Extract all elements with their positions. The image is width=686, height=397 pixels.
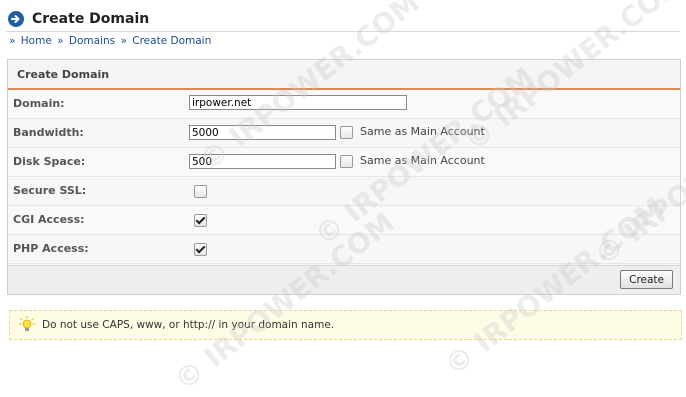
domain-label: Domain: [13, 97, 65, 110]
disk-space-same-checkbox[interactable] [340, 155, 353, 168]
form-row-cgi-access: CGI Access: [8, 206, 680, 235]
php-access-checkbox[interactable] [194, 243, 207, 256]
create-domain-panel: Create Domain Domain: Bandwidth: Same as… [7, 59, 681, 295]
secure-ssl-checkbox[interactable] [194, 185, 207, 198]
disk-space-input[interactable] [189, 154, 336, 169]
tip-text: Do not use CAPS, www, or http:// in your… [42, 319, 335, 331]
breadcrumb-home[interactable]: Home [21, 35, 52, 47]
lightbulb-icon [18, 315, 36, 334]
php-access-label: PHP Access: [13, 242, 89, 255]
disk-space-same-label: Same as Main Account [360, 154, 485, 167]
panel-title: Create Domain [8, 60, 680, 90]
title-divider [6, 31, 680, 32]
disk-space-label: Disk Space: [13, 155, 86, 168]
bandwidth-same-label: Same as Main Account [360, 125, 485, 138]
form-row-php-access: PHP Access: [8, 235, 680, 264]
form-row-disk-space: Disk Space: Same as Main Account [8, 148, 680, 177]
tip-box: Do not use CAPS, www, or http:// in your… [9, 310, 682, 340]
bandwidth-same-checkbox[interactable] [340, 126, 353, 139]
breadcrumb-create-domain[interactable]: Create Domain [132, 35, 211, 47]
panel-footer: Create [8, 265, 680, 294]
breadcrumb-separator: » [120, 35, 127, 47]
cgi-access-checkbox[interactable] [194, 214, 207, 227]
secure-ssl-label: Secure SSL: [13, 184, 87, 197]
breadcrumb-domains[interactable]: Domains [69, 35, 115, 47]
page-title: Create Domain [32, 11, 150, 27]
breadcrumb-separator: » [57, 35, 64, 47]
domain-input[interactable] [189, 95, 407, 110]
arrow-right-icon [8, 11, 24, 27]
bandwidth-input[interactable] [189, 125, 336, 140]
page-header: Create Domain [8, 8, 149, 30]
cgi-access-label: CGI Access: [13, 213, 85, 226]
create-button[interactable]: Create [620, 270, 673, 289]
form-row-secure-ssl: Secure SSL: [8, 177, 680, 206]
bandwidth-label: Bandwidth: [13, 126, 84, 139]
breadcrumb: » Home » Domains » Create Domain [7, 35, 211, 47]
breadcrumb-separator: » [9, 35, 16, 47]
form-row-bandwidth: Bandwidth: Same as Main Account [8, 119, 680, 148]
form-row-domain: Domain: [8, 90, 680, 119]
